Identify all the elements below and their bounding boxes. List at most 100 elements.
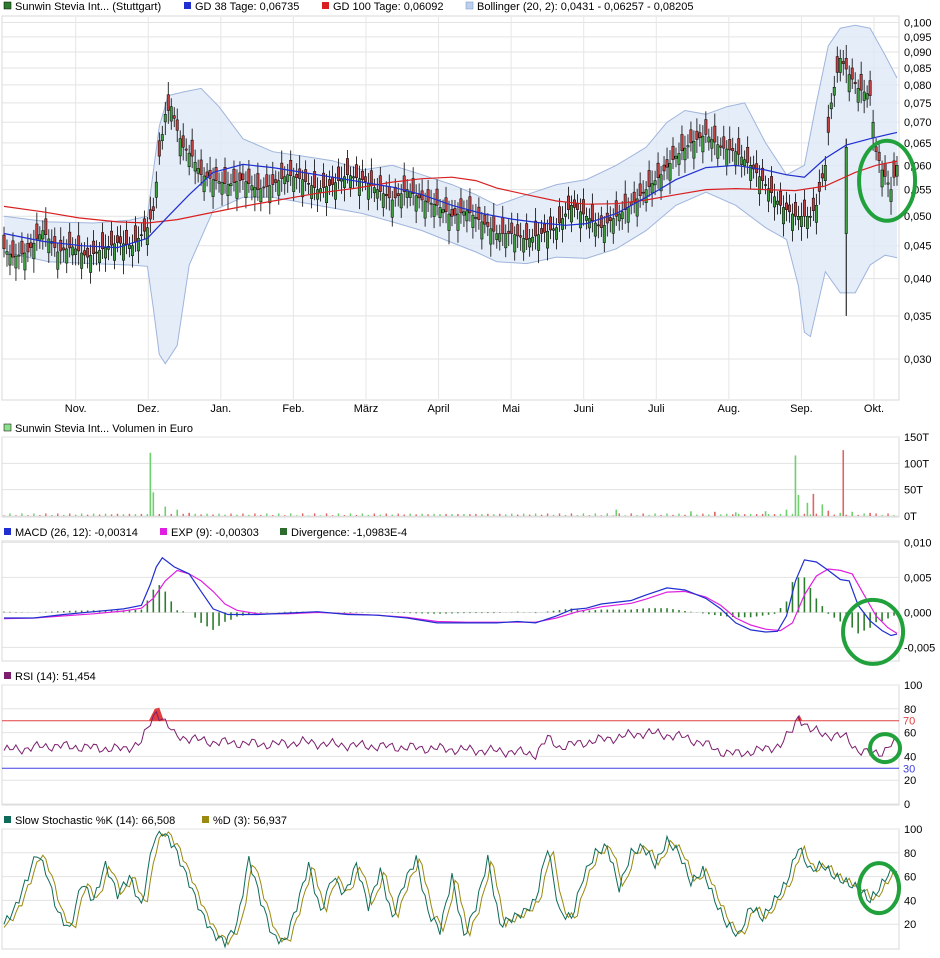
candle-body bbox=[596, 224, 600, 227]
stoch-d-legend-label: %D (3): 56,937 bbox=[213, 815, 287, 827]
candle-body bbox=[650, 183, 654, 194]
price-y-tick: 0,055 bbox=[904, 185, 932, 197]
candle-body bbox=[501, 217, 505, 234]
candle-body bbox=[11, 240, 15, 258]
candle-body bbox=[214, 167, 218, 181]
rsi-y-tick: 40 bbox=[904, 751, 916, 763]
candle-body bbox=[462, 211, 466, 216]
candle-body bbox=[151, 206, 155, 211]
candle-body bbox=[68, 231, 72, 249]
candle-body bbox=[510, 222, 514, 234]
candle-body bbox=[450, 209, 454, 217]
candle-body bbox=[653, 180, 657, 186]
candle-body bbox=[271, 174, 275, 185]
candle-body bbox=[301, 179, 305, 198]
stoch-k-legend-swatch bbox=[4, 816, 11, 823]
price-legend-label: Sunwin Stevia Int... (Stuttgart) bbox=[15, 1, 161, 13]
candle-body bbox=[286, 174, 290, 182]
candle-body bbox=[35, 223, 39, 240]
candle-body bbox=[791, 213, 794, 231]
price-y-tick: 0,075 bbox=[904, 98, 932, 110]
candle-body bbox=[555, 227, 558, 240]
price-y-tick: 0,085 bbox=[904, 63, 932, 75]
candle-body bbox=[811, 197, 815, 211]
volume-y-tick: 150T bbox=[904, 432, 929, 444]
month-label: Mai bbox=[502, 403, 520, 415]
candle-body bbox=[414, 195, 418, 212]
candle-body bbox=[788, 204, 791, 213]
rsi-y-tick: 60 bbox=[904, 728, 916, 740]
candle-body bbox=[163, 114, 167, 123]
candle-body bbox=[841, 61, 845, 64]
candle-body bbox=[325, 186, 329, 204]
price-y-tick: 0,035 bbox=[904, 311, 932, 323]
stoch-d-legend-swatch bbox=[202, 816, 209, 823]
candle-body bbox=[564, 213, 567, 217]
candle-body bbox=[130, 245, 134, 257]
candle-body bbox=[805, 215, 809, 229]
candle-body bbox=[343, 176, 346, 188]
candle-body bbox=[785, 202, 788, 210]
candle-body bbox=[92, 240, 96, 255]
month-label: Okt. bbox=[864, 403, 884, 415]
candle-body bbox=[441, 209, 445, 214]
candle-body bbox=[584, 215, 588, 221]
candle-body bbox=[127, 244, 131, 249]
candle-body bbox=[626, 207, 630, 223]
candle-body bbox=[226, 184, 230, 197]
candle-body bbox=[638, 183, 642, 197]
candle-body bbox=[199, 159, 203, 176]
candle-body bbox=[169, 106, 173, 122]
candle-body bbox=[44, 218, 48, 235]
candle-body bbox=[408, 191, 412, 198]
candle-body bbox=[148, 209, 152, 220]
candle-body bbox=[8, 254, 12, 266]
candle-body bbox=[74, 248, 78, 255]
volume-y-tick: 100T bbox=[904, 458, 929, 470]
candle-body bbox=[608, 217, 612, 222]
candle-body bbox=[767, 188, 771, 202]
candle-body bbox=[399, 193, 403, 209]
candle-body bbox=[543, 223, 547, 233]
candle-body bbox=[193, 161, 197, 172]
candle-body bbox=[740, 156, 744, 166]
candle-body bbox=[671, 145, 675, 161]
month-label: April bbox=[428, 403, 450, 415]
macd-y-tick: 0,010 bbox=[904, 537, 932, 549]
candle-body bbox=[480, 221, 484, 240]
candle-body bbox=[677, 153, 681, 165]
rsi-y-tick: 0 bbox=[904, 799, 910, 811]
candle-body bbox=[871, 121, 875, 139]
month-label: Dez. bbox=[137, 403, 160, 415]
candle-body bbox=[256, 173, 260, 190]
candle-body bbox=[331, 176, 334, 185]
candle-body bbox=[683, 147, 687, 161]
candle-body bbox=[507, 230, 511, 234]
month-label: Juli bbox=[648, 403, 665, 415]
candle-body bbox=[602, 225, 606, 243]
candle-body bbox=[453, 208, 457, 216]
candle-body bbox=[611, 218, 615, 234]
candle-body bbox=[504, 233, 508, 249]
candle-body bbox=[32, 242, 36, 260]
candle-body bbox=[250, 185, 254, 191]
candle-body bbox=[590, 204, 594, 222]
candle-body bbox=[328, 179, 331, 186]
stoch-y-tick: 20 bbox=[904, 919, 916, 931]
month-label: Sep. bbox=[790, 403, 813, 415]
candle-body bbox=[853, 81, 857, 84]
price-legend: Sunwin Stevia Int... (Stuttgart) GD 38 T… bbox=[3, 1, 693, 13]
macd-y-tick: -0,005 bbox=[904, 642, 935, 654]
candle-body bbox=[86, 247, 90, 258]
price-y-tick: 0,090 bbox=[904, 47, 932, 59]
month-label: Jan. bbox=[210, 403, 231, 415]
candle-body bbox=[575, 203, 579, 210]
candle-body bbox=[38, 234, 42, 241]
candle-body bbox=[390, 199, 394, 218]
candle-body bbox=[393, 186, 397, 199]
candle-body bbox=[820, 173, 824, 179]
candle-body bbox=[593, 222, 597, 237]
candle-body bbox=[540, 228, 544, 234]
candle-body bbox=[865, 93, 869, 100]
candle-body bbox=[617, 213, 621, 222]
